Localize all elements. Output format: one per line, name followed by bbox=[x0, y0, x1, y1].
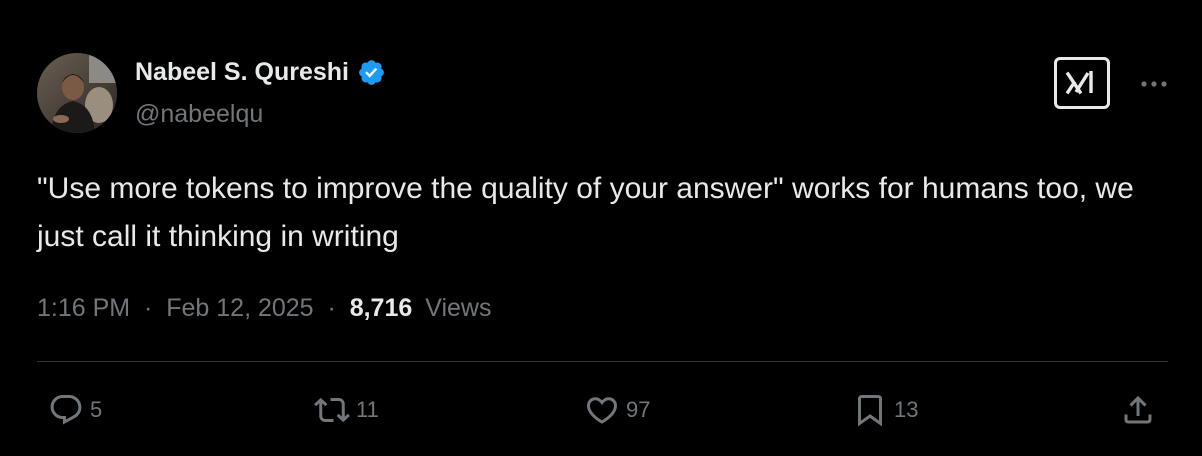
xai-logo-icon[interactable] bbox=[1054, 57, 1110, 109]
repost-count: 11 bbox=[356, 397, 379, 422]
tweet-card: Nabeel S. Qureshi @nabeelqu "Use more to… bbox=[0, 0, 1202, 456]
share-icon bbox=[1124, 395, 1152, 424]
views-count: 8,716 bbox=[349, 294, 413, 322]
more-options-icon[interactable] bbox=[1138, 68, 1170, 100]
divider bbox=[37, 361, 1168, 362]
reply-count: 5 bbox=[90, 397, 103, 422]
reply-button[interactable]: 5 bbox=[48, 390, 102, 430]
repost-button[interactable]: 11 bbox=[314, 390, 379, 430]
reply-icon bbox=[50, 395, 82, 425]
share-button[interactable] bbox=[1120, 390, 1156, 430]
tweet-meta: 1:16 PM · Feb 12, 2025 · 8,716 Views bbox=[37, 294, 491, 323]
like-button[interactable]: 97 bbox=[584, 390, 650, 430]
views-label: Views bbox=[425, 294, 492, 322]
repost-icon bbox=[314, 397, 350, 423]
meta-separator: · bbox=[320, 294, 343, 322]
author-handle[interactable]: @nabeelqu bbox=[135, 100, 263, 129]
heart-icon bbox=[586, 397, 618, 424]
bookmark-button[interactable]: 13 bbox=[852, 390, 918, 430]
tweet-time[interactable]: 1:16 PM bbox=[37, 294, 130, 322]
ellipsis-icon bbox=[1141, 81, 1167, 87]
author-name-text[interactable]: Nabeel S. Qureshi bbox=[135, 58, 349, 87]
avatar[interactable] bbox=[37, 53, 117, 133]
tweet-text: "Use more tokens to improve the quality … bbox=[37, 172, 1134, 253]
tweet-date[interactable]: Feb 12, 2025 bbox=[166, 294, 313, 322]
bookmark-icon bbox=[858, 395, 882, 427]
like-count: 97 bbox=[626, 397, 651, 422]
meta-separator: · bbox=[137, 294, 160, 322]
author-name[interactable]: Nabeel S. Qureshi bbox=[135, 58, 386, 87]
verified-badge-icon[interactable] bbox=[357, 58, 386, 87]
bookmark-count: 13 bbox=[894, 397, 919, 422]
xai-glyph-icon bbox=[1065, 71, 1093, 95]
avatar-photo bbox=[37, 53, 117, 133]
